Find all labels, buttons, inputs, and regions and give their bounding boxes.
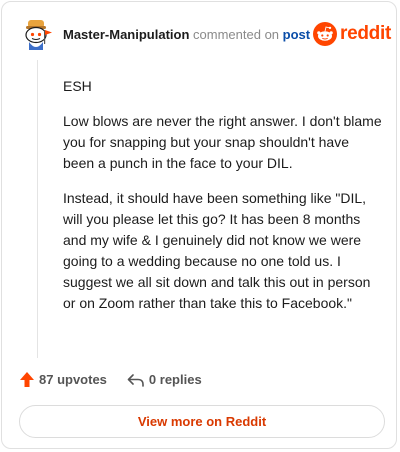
comment-actions: 87 upvotes 0 replies [19, 371, 222, 388]
reddit-wordmark: reddit [340, 23, 391, 44]
snoo-avatar-icon[interactable] [19, 16, 55, 52]
commented-on-text: commented on [193, 27, 280, 42]
post-link[interactable]: post [283, 27, 310, 42]
reddit-logo[interactable]: reddit [313, 22, 391, 46]
username-link[interactable]: Master-Manipulation [63, 27, 189, 42]
replies-count: 0 replies [148, 372, 202, 387]
reddit-logo-icon [313, 22, 337, 46]
comment-paragraph: ESH [63, 78, 92, 94]
comment-header: Master-Manipulation commented on post [63, 27, 310, 43]
replies-button[interactable]: 0 replies [127, 372, 202, 388]
comment-body: ESH Low blows are never the right answer… [63, 76, 383, 328]
upvote-count: 87 upvotes [39, 372, 107, 387]
upvote-button[interactable]: 87 upvotes [19, 371, 107, 388]
view-more-on-reddit-button[interactable]: View more on Reddit [19, 405, 385, 438]
comment-card: Master-Manipulation commented on post re… [1, 1, 397, 449]
upvote-arrow-icon [20, 372, 34, 387]
comment-paragraph: Low blows are never the right answer. I … [63, 113, 382, 171]
reply-arrow-icon [127, 373, 144, 387]
comment-paragraph: Instead, it should have been something l… [63, 190, 371, 311]
thread-line [37, 60, 38, 358]
